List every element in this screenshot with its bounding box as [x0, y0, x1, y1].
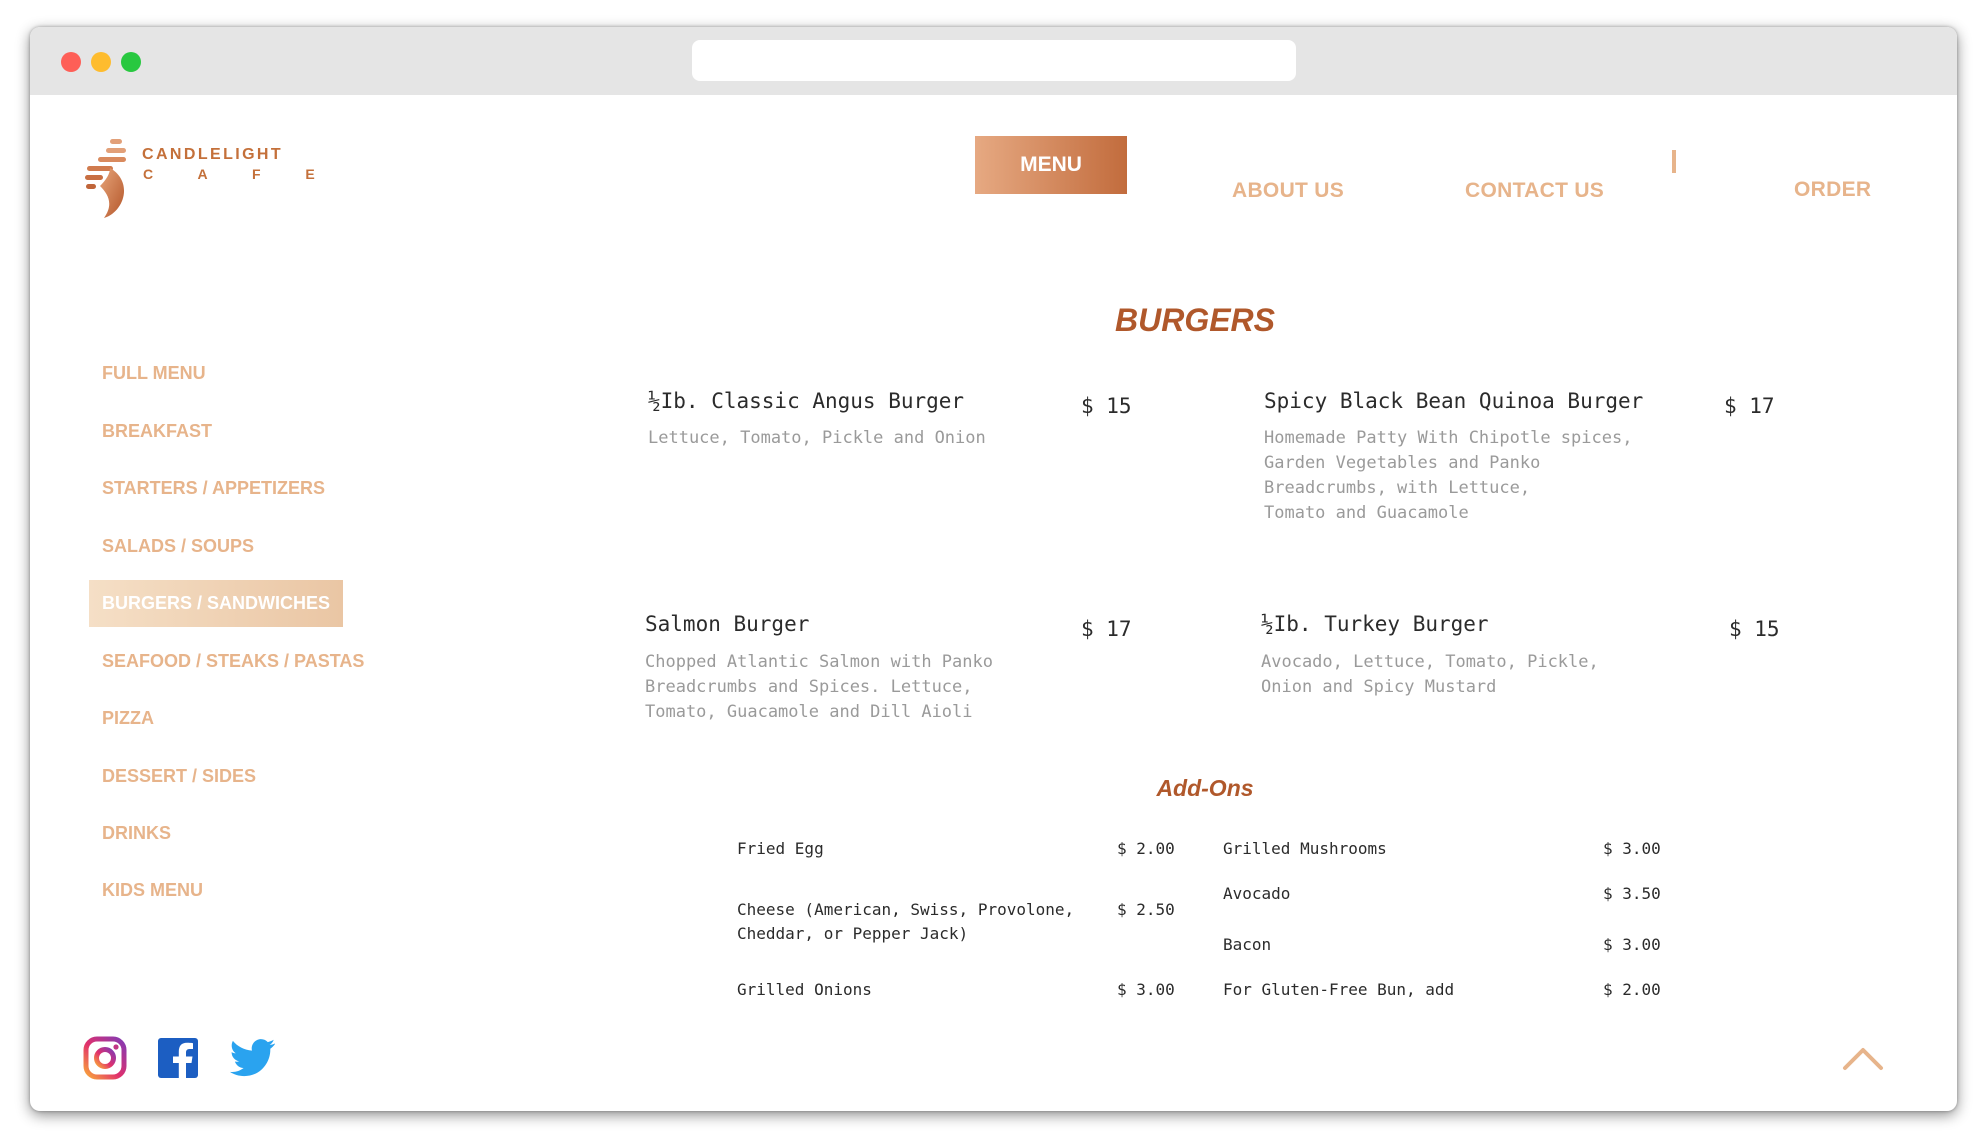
menu-item-name: Salmon Burger [645, 612, 810, 636]
nav-about-link[interactable]: ABOUT US [1232, 179, 1344, 203]
sidebar-item-salads[interactable]: SALADS / SOUPS [89, 523, 267, 570]
maximize-window-button[interactable] [121, 52, 141, 72]
addon-price: $ 3.00 [1117, 980, 1175, 999]
instagram-icon[interactable] [83, 1036, 127, 1080]
sidebar-item-drinks[interactable]: DRINKS [89, 810, 184, 857]
addon-price: $ 2.00 [1603, 980, 1661, 999]
sidebar-item-breakfast[interactable]: BREAKFAST [89, 408, 225, 455]
addon-price: $ 3.00 [1603, 935, 1661, 954]
sidebar-item-full-menu[interactable]: FULL MENU [89, 350, 219, 397]
facebook-icon[interactable] [156, 1036, 200, 1080]
addon-price: $ 3.50 [1603, 884, 1661, 903]
addon-name: Avocado [1223, 884, 1291, 903]
sidebar-item-pizza[interactable]: PIZZA [89, 695, 167, 742]
menu-item-description: Homemade Patty With Chipotle spices, Gar… [1264, 428, 1633, 523]
twitter-icon[interactable] [228, 1036, 275, 1080]
sidebar-item-kids-menu[interactable]: KIDS MENU [89, 867, 216, 914]
menu-item-description: Chopped Atlantic Salmon with Panko Bread… [645, 652, 993, 722]
scroll-to-top-chevron-up-icon[interactable] [1842, 1045, 1884, 1071]
addon-price: $ 2.00 [1117, 839, 1175, 858]
addon-name: Bacon [1223, 935, 1272, 954]
sidebar-item-dessert[interactable]: DESSERT / SIDES [89, 753, 269, 800]
brand-subtitle: C A F E [143, 166, 336, 182]
menu-item-description: Avocado, Lettuce, Tomato, Pickle, Onion … [1261, 652, 1599, 697]
menu-item-price: $ 15 [1729, 617, 1780, 641]
addon-name: Cheese (American, Swiss, Provolone, Ched… [737, 900, 1075, 943]
nav-menu-button[interactable]: MENU [975, 136, 1127, 194]
minimize-window-button[interactable] [91, 52, 111, 72]
menu-item-description: Lettuce, Tomato, Pickle and Onion [648, 428, 986, 448]
addon-name: Grilled Onions [737, 980, 872, 999]
address-bar[interactable] [692, 40, 1296, 81]
nav-contact-link[interactable]: CONTACT US [1465, 179, 1604, 203]
sidebar-item-seafood[interactable]: SEAFOOD / STEAKS / PASTAS [89, 638, 377, 685]
menu-item-name: ½Ib. Classic Angus Burger [648, 389, 965, 413]
menu-item-price: $ 17 [1081, 617, 1132, 641]
nav-divider [1672, 150, 1676, 173]
brand-name: CANDLELIGHT [142, 146, 284, 163]
close-window-button[interactable] [61, 52, 81, 72]
addon-name: Fried Egg [737, 839, 824, 858]
menu-item-price: $ 15 [1081, 394, 1132, 418]
sidebar-item-burgers[interactable]: BURGERS / SANDWICHES [89, 580, 344, 627]
menu-item-name: ½Ib. Turkey Burger [1261, 612, 1489, 636]
addon-name: Grilled Mushrooms [1223, 839, 1387, 858]
addons-title: Add-Ons [1156, 775, 1254, 801]
addon-price: $ 3.00 [1603, 839, 1661, 858]
nav-order-link[interactable]: ORDER [1794, 178, 1871, 202]
addon-price: $ 2.50 [1117, 900, 1175, 919]
sidebar-item-starters[interactable]: STARTERS / APPETIZERS [89, 465, 338, 512]
menu-item-name: Spicy Black Bean Quinoa Burger [1264, 389, 1644, 413]
section-title: BURGERS [1114, 302, 1275, 338]
addon-name: For Gluten-Free Bun, add [1223, 980, 1455, 999]
menu-item-price: $ 17 [1724, 394, 1775, 418]
browser-titlebar [30, 27, 1957, 95]
